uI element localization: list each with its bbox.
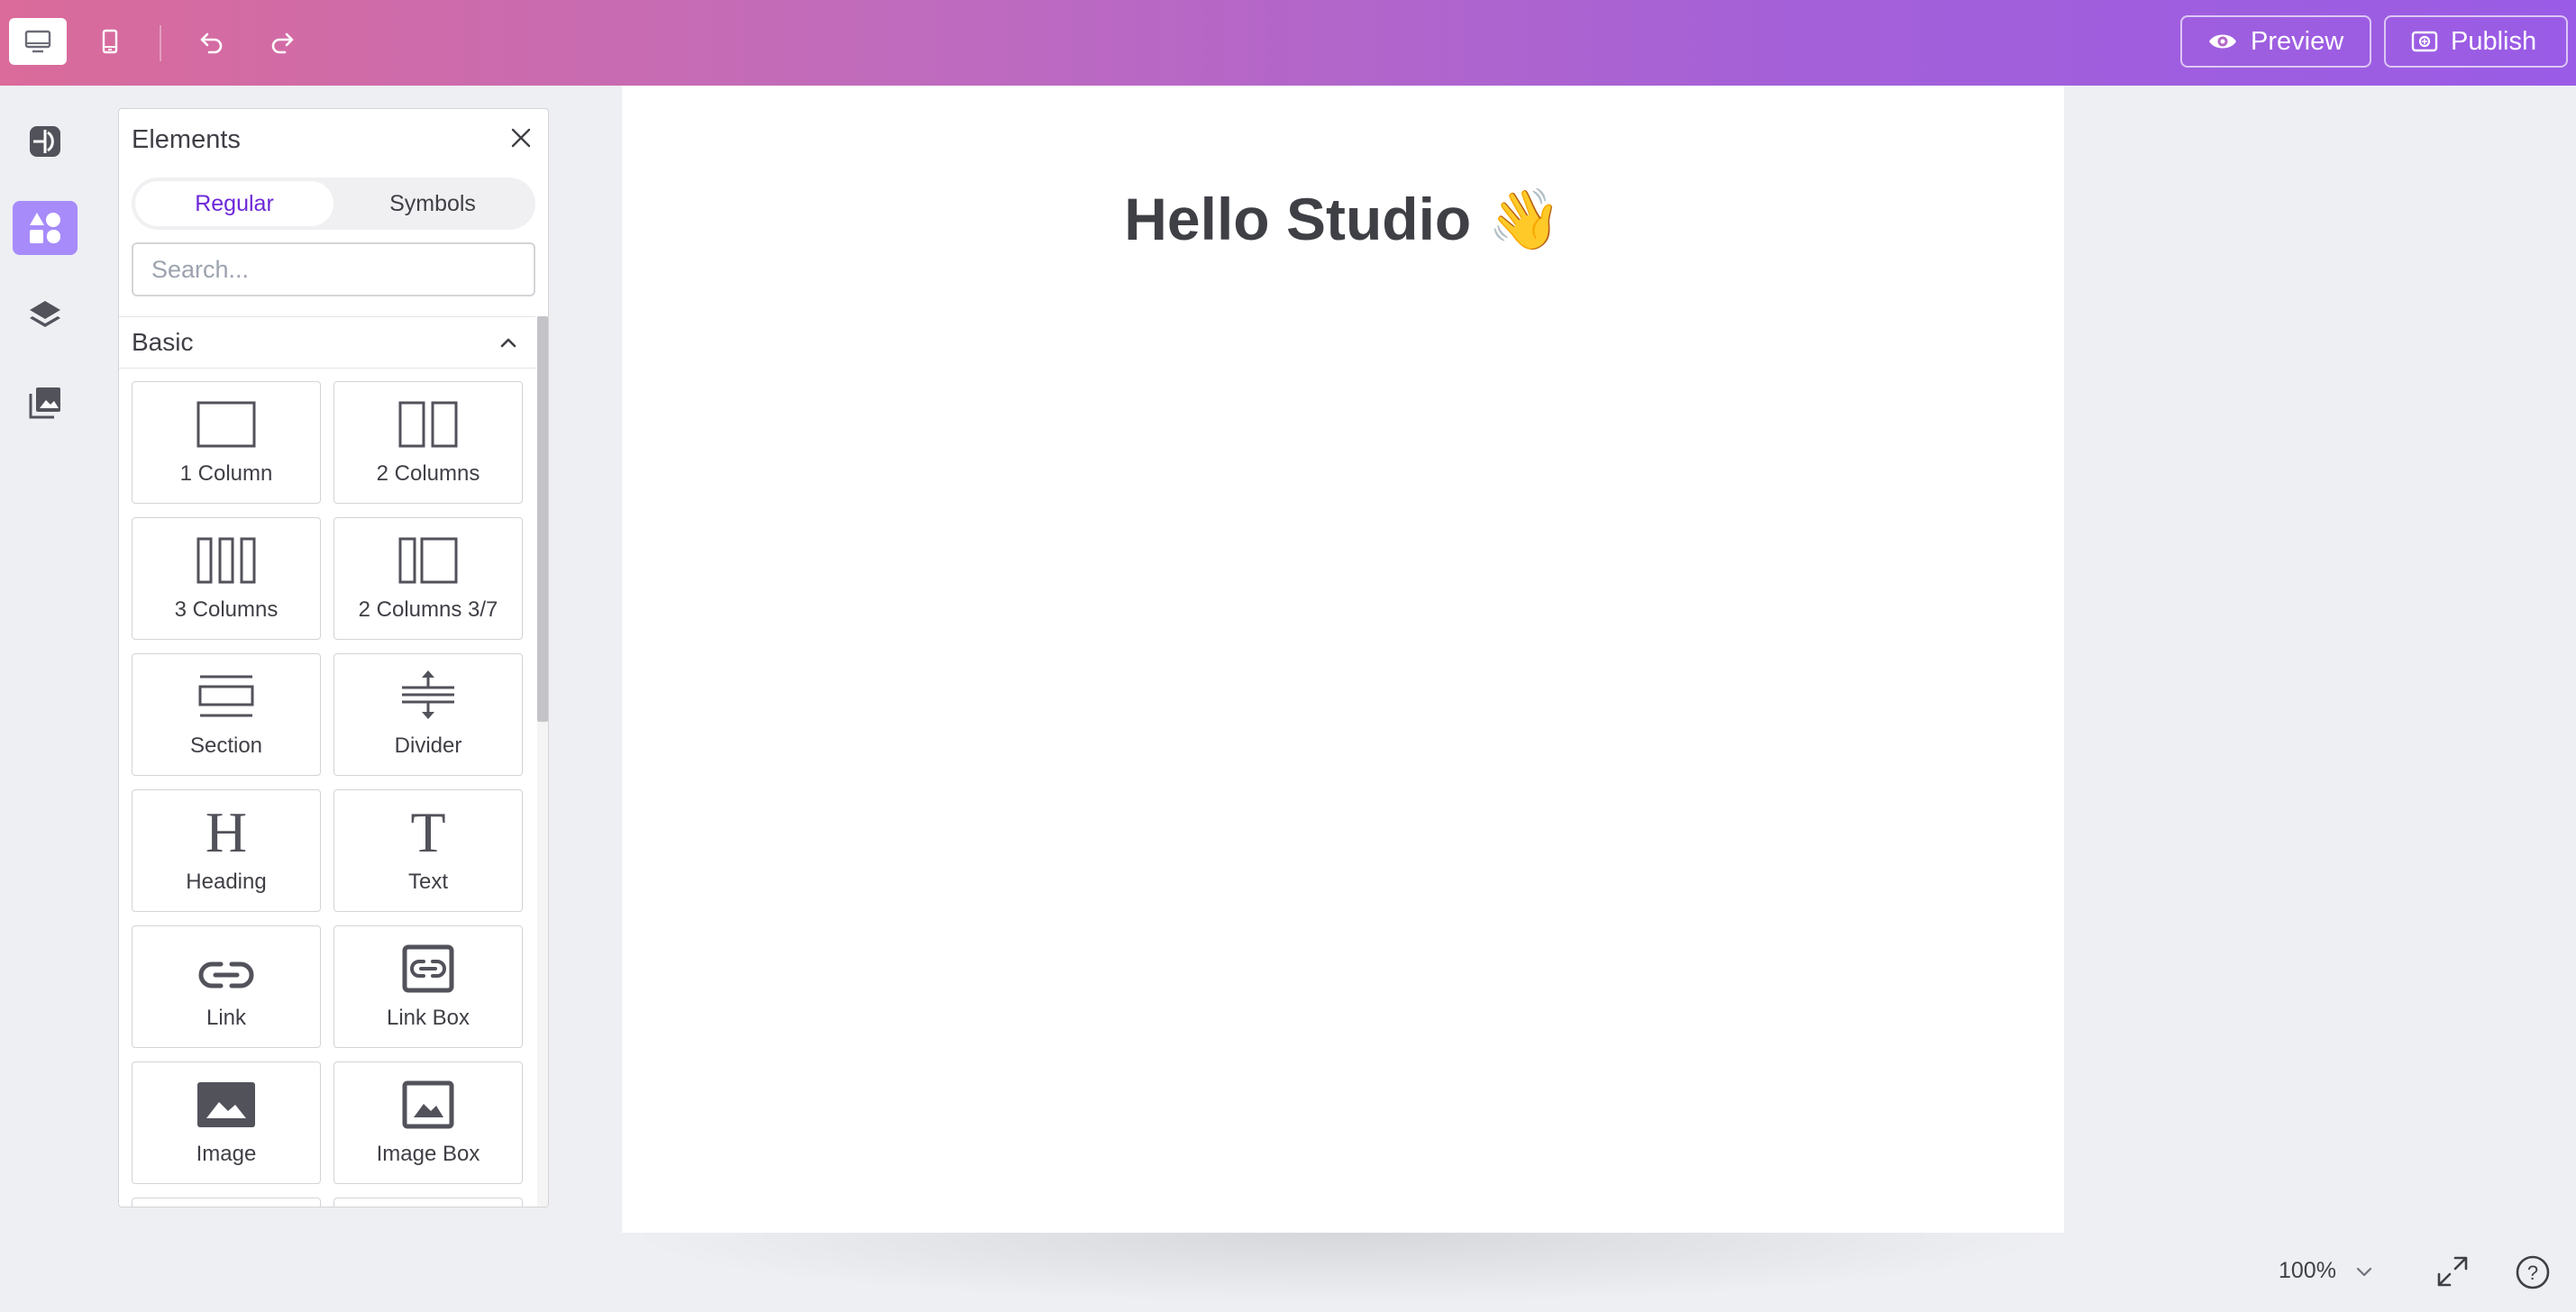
divider-icon	[402, 670, 454, 719]
block-3-columns[interactable]: 3 Columns	[132, 517, 321, 640]
panel-title: Elements	[132, 125, 241, 154]
undo-icon	[200, 32, 223, 54]
close-icon	[511, 128, 531, 148]
fullscreen-icon	[2437, 1256, 2468, 1287]
tile-label: Section	[189, 733, 263, 758]
redo-icon	[271, 32, 294, 54]
category-label: Basic	[132, 328, 194, 356]
top-toolbar: Preview Publish	[0, 0, 2576, 86]
mobile-icon	[102, 29, 118, 54]
three-columns-icon	[196, 537, 256, 584]
help-icon: ?	[2516, 1255, 2550, 1289]
block-link[interactable]: Link	[132, 925, 321, 1048]
tile-label: 2 Columns	[376, 461, 480, 486]
tile-label: Image Box	[376, 1142, 480, 1166]
publish-label: Publish	[2451, 26, 2537, 56]
block-link-box[interactable]: Link Box	[333, 925, 523, 1048]
layers-icon	[30, 301, 60, 327]
help-button[interactable]: ?	[2515, 1254, 2551, 1295]
elements-icon	[30, 213, 60, 243]
styles-icon	[30, 126, 60, 157]
tile-label: Link Box	[386, 1006, 470, 1030]
block-partial[interactable]	[132, 1198, 321, 1207]
tile-label: 2 Columns 3/7	[358, 597, 498, 622]
link-icon	[198, 961, 254, 989]
elements-panel: Elements Regular Symbols Basic 1 Column	[118, 108, 549, 1207]
block-heading[interactable]: H Heading	[132, 789, 321, 912]
block-2-columns[interactable]: 2 Columns	[333, 381, 523, 504]
chevron-up-icon	[500, 338, 516, 348]
eye-icon	[2209, 34, 2236, 49]
preview-button[interactable]: Preview	[2180, 15, 2371, 68]
preview-label: Preview	[2251, 26, 2344, 56]
tile-label: Link	[206, 1006, 247, 1030]
tile-label: Heading	[186, 870, 267, 894]
desktop-icon	[24, 30, 51, 53]
block-image[interactable]: Image	[132, 1061, 321, 1184]
elements-rail-button[interactable]	[13, 201, 78, 255]
redo-button[interactable]	[253, 18, 311, 65]
mobile-view-button[interactable]	[81, 18, 139, 65]
search-input[interactable]	[132, 242, 535, 296]
block-text[interactable]: T Text	[333, 789, 523, 912]
block-2-columns-3-7[interactable]: 2 Columns 3/7	[333, 517, 523, 640]
link-box-icon	[402, 944, 454, 993]
svg-text:T: T	[410, 806, 445, 857]
block-section[interactable]: Section	[132, 653, 321, 776]
tile-label: 3 Columns	[174, 597, 279, 622]
chevron-down-icon	[2356, 1267, 2372, 1276]
close-panel-button[interactable]	[508, 125, 534, 155]
canvas-shadow	[622, 1233, 2064, 1305]
styles-rail-button[interactable]	[13, 114, 78, 169]
zoom-value: 100%	[2279, 1258, 2336, 1283]
tile-label: Text	[407, 870, 448, 894]
two-columns-3-7-icon	[398, 537, 458, 584]
svg-text:?: ?	[2527, 1262, 2538, 1284]
one-column-icon	[196, 401, 256, 448]
tab-regular[interactable]: Regular	[135, 181, 333, 226]
assets-rail-button[interactable]	[13, 376, 78, 430]
zoom-select[interactable]: 100%	[2279, 1258, 2374, 1284]
panel-tabs: Regular Symbols	[132, 178, 535, 230]
category-header-basic[interactable]: Basic	[119, 316, 535, 369]
image-icon	[197, 1082, 255, 1127]
design-canvas[interactable]: Hello Studio 👋	[622, 86, 2064, 1233]
canvas-heading[interactable]: Hello Studio 👋	[622, 185, 2064, 255]
tile-label: Divider	[394, 733, 462, 758]
publish-icon	[2411, 31, 2438, 52]
assets-icon	[29, 387, 60, 419]
layers-rail-button[interactable]	[13, 288, 78, 342]
heading-icon: H	[206, 806, 247, 857]
text-icon: T	[410, 806, 445, 857]
undo-button[interactable]	[183, 18, 241, 65]
toolbar-separator	[160, 25, 161, 61]
panel-scrollbar-thumb[interactable]	[537, 316, 548, 722]
tile-label: 1 Column	[179, 461, 273, 486]
two-columns-icon	[398, 401, 458, 448]
block-partial[interactable]	[333, 1198, 523, 1207]
block-divider[interactable]: Divider	[333, 653, 523, 776]
desktop-view-button[interactable]	[9, 18, 67, 65]
svg-text:H: H	[206, 806, 247, 857]
tab-symbols[interactable]: Symbols	[333, 181, 532, 226]
image-box-icon	[402, 1080, 454, 1129]
tile-label: Image	[196, 1142, 257, 1166]
block-image-box[interactable]: Image Box	[333, 1061, 523, 1184]
block-1-column[interactable]: 1 Column	[132, 381, 321, 504]
section-icon	[198, 675, 254, 717]
fullscreen-button[interactable]	[2435, 1254, 2470, 1293]
publish-button[interactable]: Publish	[2384, 15, 2568, 68]
